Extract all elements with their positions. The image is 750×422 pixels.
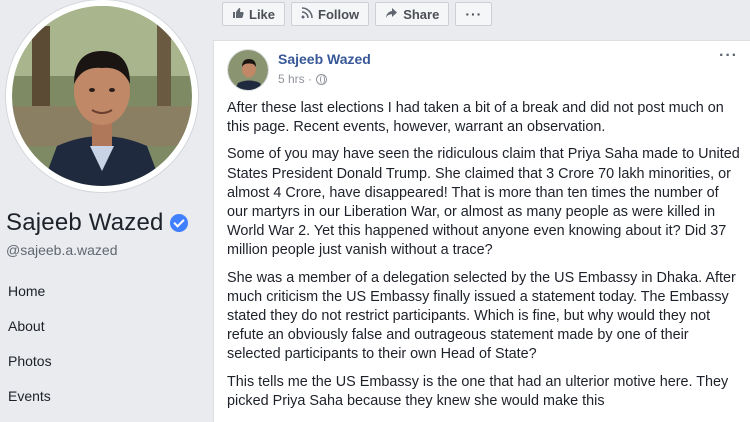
more-options-button[interactable]: ··· xyxy=(455,2,493,26)
profile-name[interactable]: Sajeeb Wazed xyxy=(6,209,164,237)
post-meta: 5 hrs · xyxy=(278,72,328,86)
post-options-button[interactable]: ··· xyxy=(719,47,738,65)
sidebar-item-about[interactable]: About xyxy=(8,317,52,352)
sidebar-item-photos[interactable]: Photos xyxy=(8,352,52,387)
like-button[interactable]: Like xyxy=(222,2,286,26)
follow-label: Follow xyxy=(318,6,360,22)
post-timestamp[interactable]: 5 hrs · xyxy=(278,72,312,86)
sidebar-item-events[interactable]: Events xyxy=(8,387,52,422)
page-action-bar: Like Follow Share ··· xyxy=(222,0,750,30)
profile-name-row: Sajeeb Wazed xyxy=(6,209,188,237)
profile-picture[interactable] xyxy=(6,0,198,192)
profile-photo xyxy=(12,6,192,186)
post-paragraph: After these last elections I had taken a… xyxy=(227,100,724,136)
share-label: Share xyxy=(403,6,440,22)
rss-icon xyxy=(301,6,313,22)
post-author-avatar[interactable] xyxy=(227,49,269,91)
like-label: Like xyxy=(249,6,276,22)
post-paragraph: She was a member of a delegation selecte… xyxy=(227,269,736,363)
thumbs-up-icon xyxy=(232,7,244,22)
share-arrow-icon xyxy=(385,7,398,22)
follow-button[interactable]: Follow xyxy=(291,2,370,26)
profile-username[interactable]: @sajeeb.a.wazed xyxy=(6,242,118,258)
post-card: Sajeeb Wazed 5 hrs · ··· After these las… xyxy=(213,40,750,422)
sidebar-item-home[interactable]: Home xyxy=(8,282,52,317)
profile-nav: Home About Photos Events xyxy=(8,282,52,422)
share-button[interactable]: Share xyxy=(375,2,450,26)
post-author-name[interactable]: Sajeeb Wazed xyxy=(278,51,371,67)
post-paragraph: Some of you may have seen the ridiculous… xyxy=(227,146,740,259)
verified-badge-icon xyxy=(169,214,188,232)
profile-sidebar: Sajeeb Wazed @sajeeb.a.wazed Home About … xyxy=(0,0,205,422)
post-paragraph: This tells me the US Embassy is the one … xyxy=(227,373,729,409)
post-body: After these last elections I had taken a… xyxy=(227,99,741,419)
globe-icon xyxy=(316,73,328,85)
